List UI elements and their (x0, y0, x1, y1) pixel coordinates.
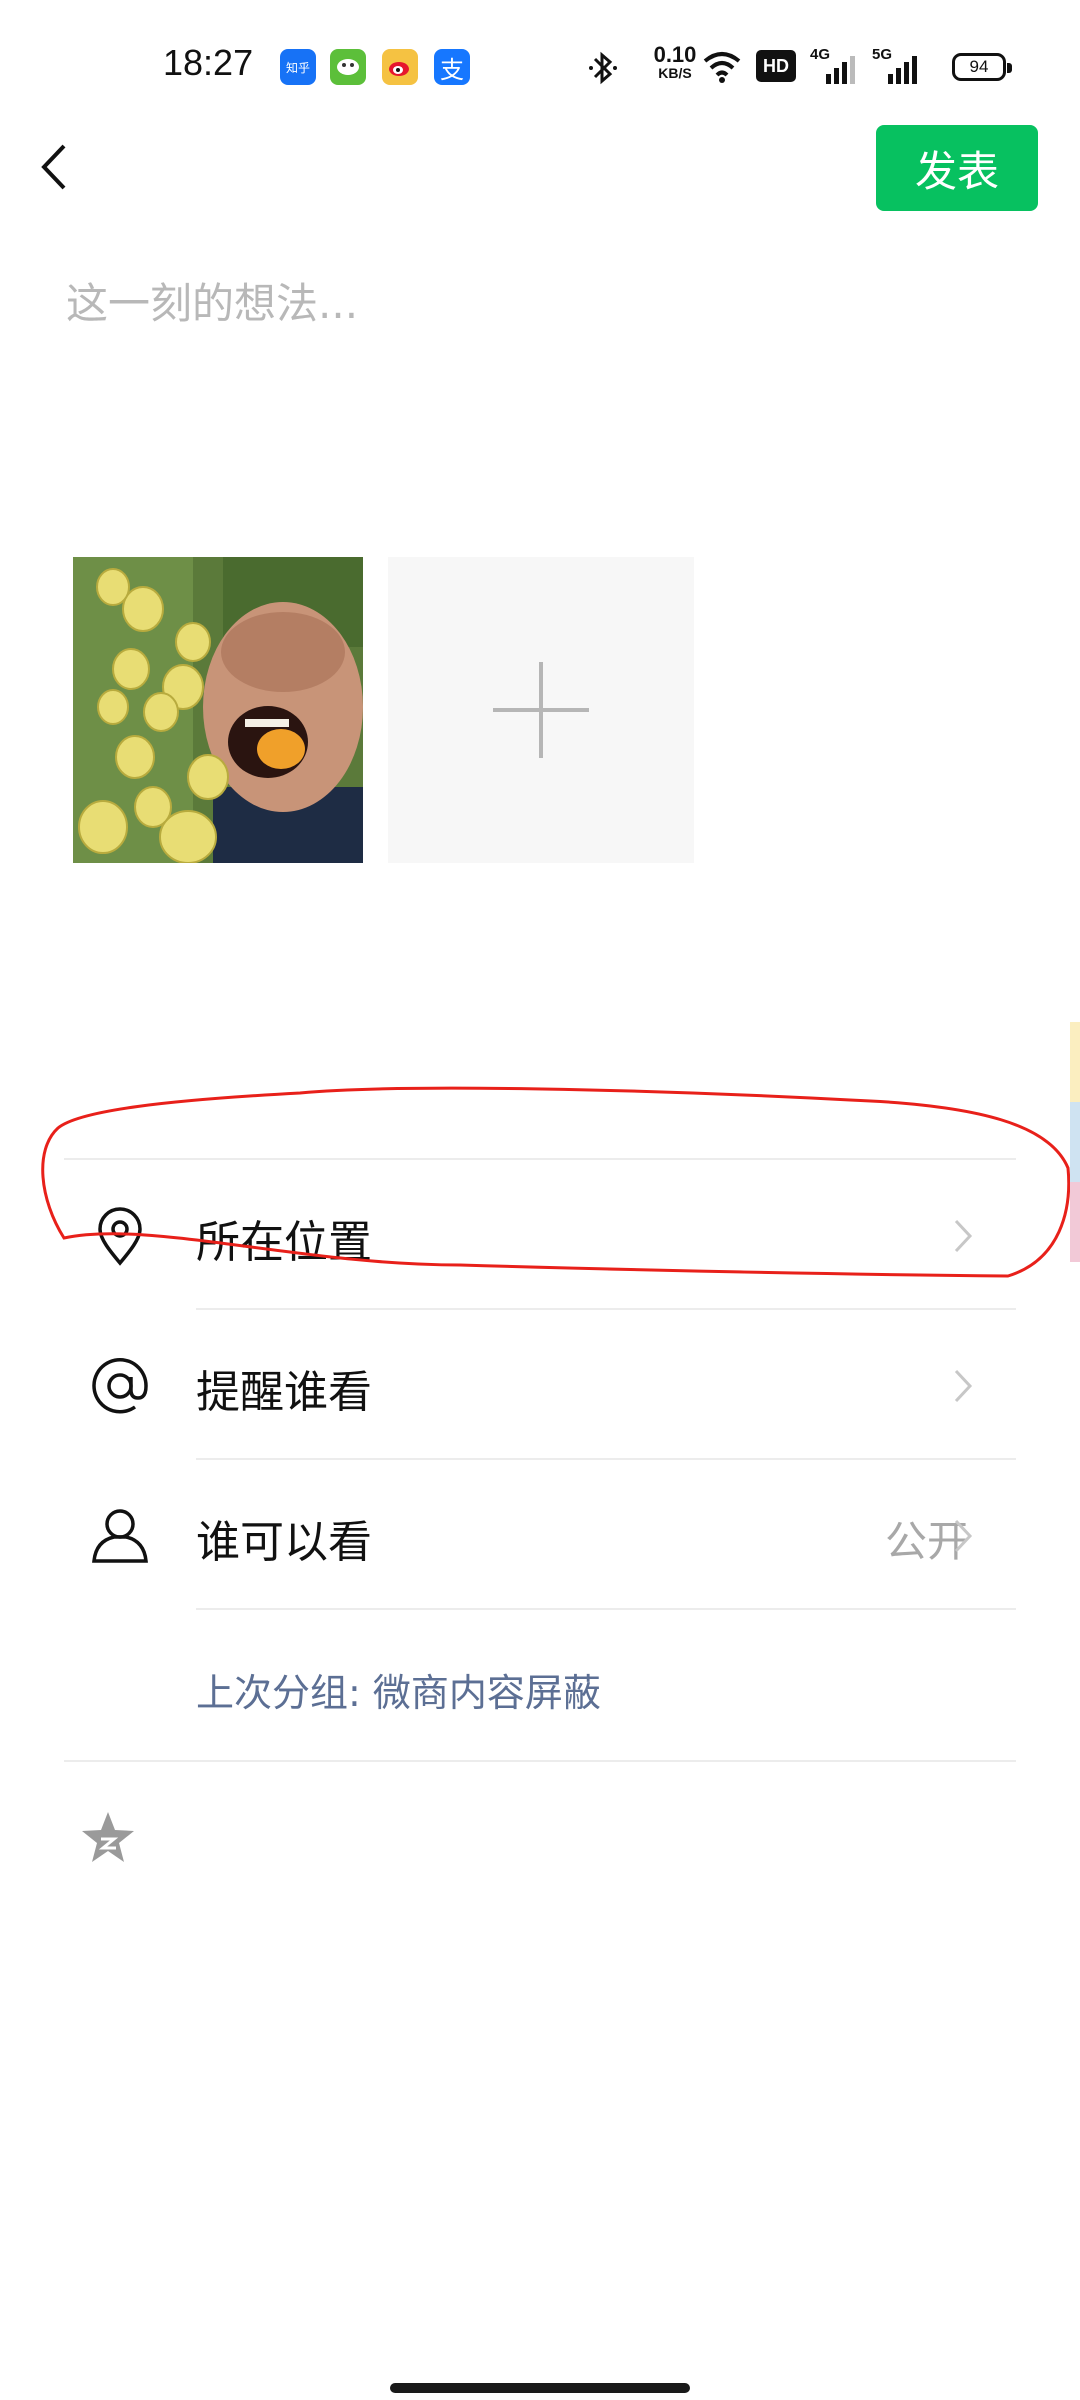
chevron-right-icon (954, 1369, 973, 1403)
location-row[interactable]: 所在位置 (0, 1158, 1080, 1308)
star-icon[interactable] (78, 1808, 138, 1868)
alipay-icon: 支 (434, 49, 470, 85)
battery-icon: 94 (952, 53, 1012, 81)
edge-indicator (1070, 1102, 1080, 1182)
at-sign-icon (84, 1350, 156, 1422)
edge-indicator (1070, 1022, 1080, 1102)
app-green-icon (330, 49, 366, 85)
signal-4g-icon: 4G (810, 46, 858, 86)
publish-button[interactable]: 发表 (876, 125, 1038, 211)
moment-text-input[interactable] (66, 270, 1016, 470)
wifi-icon (703, 52, 741, 83)
location-label: 所在位置 (196, 1217, 372, 1268)
status-bar: 18:27 知乎 支 0.10 KB/S HD 4G 5G 94 (0, 0, 1080, 130)
divider (196, 1608, 1016, 1610)
bluetooth-icon (589, 51, 617, 85)
person-icon (84, 1500, 156, 1572)
network-speed: 0.10 KB/S (653, 42, 697, 81)
location-pin-icon (84, 1200, 156, 1272)
edge-indicator (1070, 1182, 1080, 1262)
divider (64, 1760, 1016, 1762)
last-group-link[interactable]: 上次分组: 微商内容屏蔽 (196, 1662, 601, 1717)
back-arrow-icon[interactable] (34, 142, 74, 192)
remind-who-row[interactable]: 提醒谁看 (0, 1308, 1080, 1458)
home-indicator[interactable] (390, 2383, 690, 2393)
remind-label: 提醒谁看 (196, 1367, 372, 1418)
add-photo-button[interactable] (388, 557, 694, 863)
status-time: 18:27 (163, 42, 254, 83)
chevron-right-icon (954, 1519, 973, 1553)
plus-icon (493, 662, 589, 758)
hd-icon: HD (756, 50, 796, 82)
attached-photo-thumbnail[interactable] (73, 557, 363, 863)
weibo-icon (382, 49, 418, 85)
zhihu-icon: 知乎 (280, 49, 316, 85)
chevron-right-icon (954, 1219, 973, 1253)
visibility-label: 谁可以看 (196, 1517, 372, 1568)
visibility-row[interactable]: 谁可以看 公开 (0, 1458, 1080, 1608)
signal-5g-icon: 5G (872, 46, 922, 86)
